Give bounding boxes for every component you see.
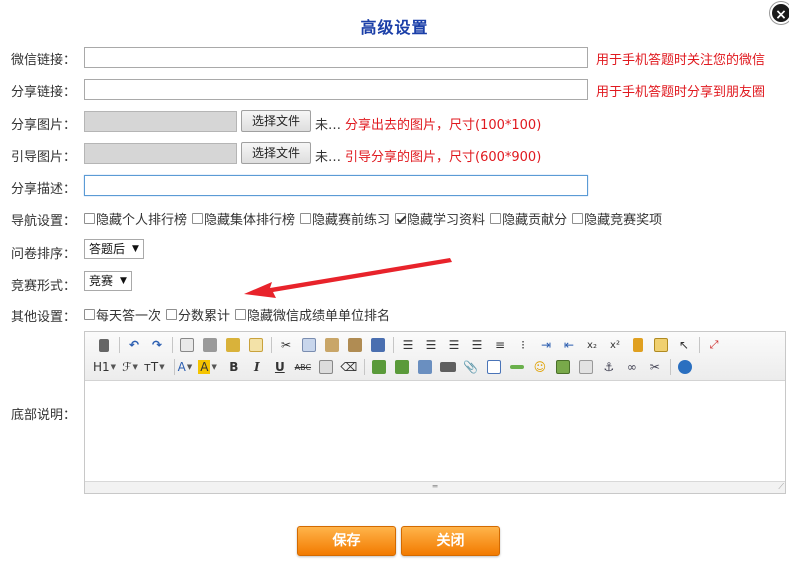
horizontal-rule-icon[interactable] bbox=[506, 357, 528, 377]
fullscreen-icon[interactable]: ⤢ bbox=[703, 335, 725, 355]
other-option-hide-unit-rank[interactable]: 隐藏微信成绩单单位排名 bbox=[235, 305, 390, 324]
copy-icon[interactable] bbox=[298, 335, 320, 355]
heading-dropdown[interactable]: H1 ▼ bbox=[93, 357, 116, 377]
code-icon[interactable] bbox=[245, 335, 267, 355]
align-center-icon[interactable]: ☰ bbox=[420, 335, 442, 355]
subscript-icon[interactable]: x₂ bbox=[581, 335, 603, 355]
dropdown-arrow-icon: ▼ bbox=[186, 363, 193, 371]
toolbar-separator bbox=[363, 359, 365, 375]
highlight-color-icon: A bbox=[198, 360, 211, 374]
footer-desc-label: 底部说明： bbox=[11, 408, 77, 423]
redo-icon[interactable]: ↷ bbox=[146, 335, 168, 355]
bold-icon[interactable]: B bbox=[223, 357, 245, 377]
page-break-icon[interactable] bbox=[575, 357, 597, 377]
close-button[interactable]: 关闭 bbox=[401, 526, 500, 556]
undo-icon[interactable]: ↶ bbox=[123, 335, 145, 355]
paste-text-icon[interactable] bbox=[344, 335, 366, 355]
dropdown-arrow-icon: ▼ bbox=[159, 363, 165, 371]
video-icon[interactable] bbox=[437, 357, 459, 377]
outdent-icon[interactable]: ⇤ bbox=[558, 335, 580, 355]
drag-handle-icon[interactable]: ═ bbox=[433, 482, 438, 491]
emoji-icon[interactable]: ☺ bbox=[529, 357, 551, 377]
font-size-dropdown[interactable]: тT ▼ bbox=[144, 357, 165, 377]
font-family-dropdown[interactable]: ℱ ▼ bbox=[122, 357, 138, 377]
editor-toolbar: ↶ ↷ ✂ ☰ ☰ ☰ ☰ ≡ ⁝ ⇥ ⇤ x₂ x² ↖ ⤢ H1 ▼ ℱ ▼… bbox=[85, 332, 785, 381]
dropdown-arrow-icon: ▼ bbox=[132, 363, 138, 371]
align-left-icon[interactable]: ☰ bbox=[397, 335, 419, 355]
dropdown-arrow-icon: ▼ bbox=[211, 363, 217, 371]
indent-icon[interactable]: ⇥ bbox=[535, 335, 557, 355]
preview-icon[interactable] bbox=[176, 335, 198, 355]
other-option-score-accumulate[interactable]: 分数累计 bbox=[166, 305, 230, 324]
toolbar-separator bbox=[669, 359, 671, 375]
toolbar-separator bbox=[173, 359, 175, 375]
align-justify-icon[interactable]: ☰ bbox=[466, 335, 488, 355]
toolbar-separator bbox=[393, 337, 394, 353]
source-icon[interactable] bbox=[93, 335, 115, 355]
editor-statusbar: ═ ⟋ bbox=[85, 481, 785, 493]
paste-icon[interactable] bbox=[321, 335, 343, 355]
toolbar-row-1: ↶ ↷ ✂ ☰ ☰ ☰ ☰ ≡ ⁝ ⇥ ⇤ x₂ x² ↖ ⤢ bbox=[93, 334, 779, 356]
attachment-icon[interactable]: 📎 bbox=[460, 357, 482, 377]
other-settings-label: 其他设置： bbox=[11, 310, 77, 325]
link-icon[interactable]: ∞ bbox=[621, 357, 643, 377]
font-color-icon: A bbox=[177, 360, 186, 374]
underline-icon[interactable]: U bbox=[269, 357, 291, 377]
checkbox[interactable] bbox=[235, 309, 247, 320]
anchor-icon[interactable]: ⚓ bbox=[598, 357, 620, 377]
highlight-dropdown[interactable]: A ▼ bbox=[198, 357, 217, 377]
save-button[interactable]: 保存 bbox=[297, 526, 396, 556]
dropdown-arrow-icon: ▼ bbox=[110, 363, 117, 371]
strikethrough-icon[interactable]: ABC bbox=[292, 357, 314, 377]
other-settings-options: 每天答一次 分数累计 隐藏微信成绩单单位排名 bbox=[84, 305, 395, 324]
bullet-list-icon[interactable]: ⁝ bbox=[512, 335, 534, 355]
numbered-list-icon[interactable]: ≡ bbox=[489, 335, 511, 355]
help-icon[interactable] bbox=[674, 357, 696, 377]
checkbox[interactable] bbox=[166, 309, 178, 320]
template-icon[interactable] bbox=[222, 335, 244, 355]
insert-row-above-icon[interactable] bbox=[368, 357, 390, 377]
cut-icon[interactable]: ✂ bbox=[275, 335, 297, 355]
table-icon[interactable] bbox=[483, 357, 505, 377]
cursor-icon[interactable]: ↖ bbox=[673, 335, 695, 355]
rich-text-editor[interactable]: ↶ ↷ ✂ ☰ ☰ ☰ ☰ ≡ ⁝ ⇥ ⇤ x₂ x² ↖ ⤢ H1 ▼ ℱ ▼… bbox=[84, 331, 786, 494]
toolbar-separator bbox=[699, 337, 700, 353]
insert-image-icon[interactable] bbox=[552, 357, 574, 377]
resize-grip-icon[interactable]: ⟋ bbox=[778, 482, 784, 492]
checkbox[interactable] bbox=[84, 309, 95, 320]
image-icon[interactable] bbox=[414, 357, 436, 377]
italic-icon[interactable]: I bbox=[246, 357, 268, 377]
toolbar-separator bbox=[119, 337, 120, 353]
toolbar-separator bbox=[172, 337, 173, 353]
toolbar-separator bbox=[271, 337, 272, 353]
select-all-icon[interactable] bbox=[650, 335, 672, 355]
unlink-icon[interactable]: ✂ bbox=[644, 357, 666, 377]
other-option-once-daily[interactable]: 每天答一次 bbox=[84, 305, 161, 324]
eraser-icon[interactable]: ⌫ bbox=[338, 357, 360, 377]
toolbar-row-2: H1 ▼ ℱ ▼ тT ▼ A ▼ A ▼ B I U ABC ⌫ 📎 ☺ ⚓ ∞ ✂ bbox=[93, 356, 779, 378]
font-color-dropdown[interactable]: A ▼ bbox=[178, 357, 193, 377]
insert-row-below-icon[interactable] bbox=[391, 357, 413, 377]
paste-word-icon[interactable] bbox=[367, 335, 389, 355]
align-right-icon[interactable]: ☰ bbox=[443, 335, 465, 355]
clear-format-icon[interactable] bbox=[627, 335, 649, 355]
superscript-icon[interactable]: x² bbox=[604, 335, 626, 355]
print-icon[interactable] bbox=[199, 335, 221, 355]
format-painter-icon[interactable] bbox=[315, 357, 337, 377]
